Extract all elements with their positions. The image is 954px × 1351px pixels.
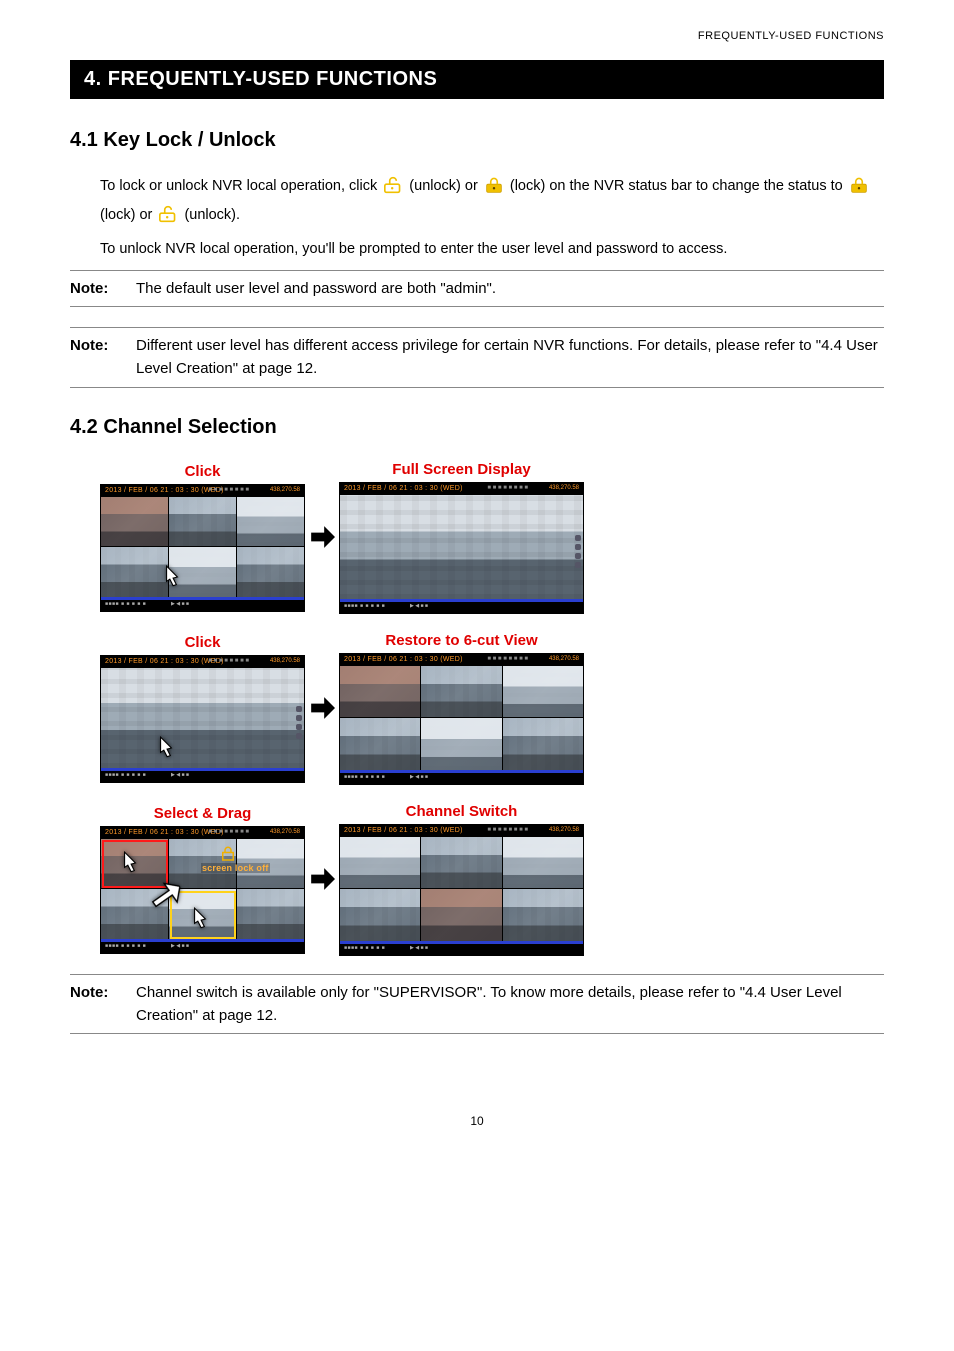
timestamp: 2013 / FEB / 06 21 : 03 : 30 (WED) [344, 827, 463, 834]
note-3: Note: Channel switch is available only f… [70, 974, 884, 1035]
fig-label: Channel Switch [406, 803, 518, 820]
timestamp: 2013 / FEB / 06 21 : 03 : 30 (WED) [105, 487, 224, 494]
rate: 438,270.58 [549, 656, 579, 662]
timestamp: 2013 / FEB / 06 21 : 03 : 30 (WED) [105, 829, 224, 836]
note-text: Different user level has different acces… [136, 334, 884, 381]
heading-4-1: 4.1 Key Lock / Unlock [70, 129, 884, 152]
fig-label: Click [185, 634, 221, 651]
paragraph-lock-instruction: To lock or unlock NVR local operation, c… [100, 174, 884, 231]
figure-right: Channel Switch 2013 / FEB / 06 21 : 03 :… [339, 803, 584, 956]
text: (lock) on the NVR status bar to change t… [510, 178, 847, 194]
cursor-icon [159, 563, 185, 591]
figure-row-2: Click 2013 / FEB / 06 21 : 03 : 30 (WED)… [100, 632, 884, 785]
text: To lock or unlock NVR local operation, c… [100, 178, 381, 194]
fig-label: Full Screen Display [392, 461, 530, 478]
figure-row-1: Click 2013 / FEB / 06 21 : 03 : 30 (WED)… [100, 461, 884, 614]
screenshot-6cut-restored: 2013 / FEB / 06 21 : 03 : 30 (WED)■ ■ ■ … [339, 653, 584, 785]
rate: 438,270.58 [549, 827, 579, 833]
body-4-1: To lock or unlock NVR local operation, c… [100, 174, 884, 262]
note-label: Note: [70, 334, 136, 381]
side-icons [575, 535, 581, 568]
fig-label: Select & Drag [154, 805, 252, 822]
screenshot-fullscreen: 2013 / FEB / 06 21 : 03 : 30 (WED)■ ■ ■ … [339, 482, 584, 614]
rate: 438,270.58 [270, 829, 300, 835]
timestamp: 2013 / FEB / 06 21 : 03 : 30 (WED) [344, 656, 463, 663]
arrow-icon [305, 866, 339, 892]
note-label: Note: [70, 981, 136, 1028]
screenshot-single-click: 2013 / FEB / 06 21 : 03 : 30 (WED)■ ■ ■ … [100, 655, 305, 783]
text: (unlock). [184, 207, 240, 223]
figure-right: Restore to 6-cut View 2013 / FEB / 06 21… [339, 632, 584, 785]
figure-left: Click 2013 / FEB / 06 21 : 03 : 30 (WED)… [100, 463, 305, 612]
figure-left: Click 2013 / FEB / 06 21 : 03 : 30 (WED)… [100, 634, 305, 783]
unlock-icon [383, 176, 403, 203]
paragraph-unlock-prompt: To unlock NVR local operation, you'll be… [100, 237, 884, 262]
note-1: Note: The default user level and passwor… [70, 270, 884, 307]
cursor-icon [153, 734, 179, 762]
screenshot-channel-switched: 2013 / FEB / 06 21 : 03 : 30 (WED)■ ■ ■ … [339, 824, 584, 956]
heading-4-2: 4.2 Channel Selection [70, 416, 884, 439]
overlay-text-screen-lock: screen lock off [201, 863, 270, 873]
lock-icon [849, 176, 869, 203]
figure-right: Full Screen Display 2013 / FEB / 06 21 :… [339, 461, 584, 614]
text: (unlock) or [409, 178, 482, 194]
page-number: 10 [70, 1114, 884, 1128]
cursor-icon [117, 849, 143, 877]
screenshot-select-drag: 2013 / FEB / 06 21 : 03 : 30 (WED)■ ■ ■ … [100, 826, 305, 954]
timestamp: 2013 / FEB / 06 21 : 03 : 30 (WED) [344, 485, 463, 492]
drag-arrow-icon [149, 879, 183, 913]
section-title-bar: 4. FREQUENTLY-USED FUNCTIONS [70, 60, 884, 99]
lock-icon [484, 176, 504, 203]
fig-label: Click [185, 463, 221, 480]
rate: 438,270.58 [270, 487, 300, 493]
figure-channel-selection: Click 2013 / FEB / 06 21 : 03 : 30 (WED)… [100, 461, 884, 956]
text: (lock) or [100, 207, 156, 223]
timestamp: 2013 / FEB / 06 21 : 03 : 30 (WED) [105, 658, 224, 665]
note-text: The default user level and password are … [136, 277, 884, 300]
page: FREQUENTLY-USED FUNCTIONS 4. FREQUENTLY-… [0, 0, 954, 1351]
rate: 438,270.58 [270, 658, 300, 664]
arrow-icon [305, 524, 339, 550]
running-header: FREQUENTLY-USED FUNCTIONS [698, 30, 884, 42]
figure-left: Select & Drag 2013 / FEB / 06 21 : 03 : … [100, 805, 305, 954]
fig-label: Restore to 6-cut View [385, 632, 537, 649]
arrow-icon [305, 695, 339, 721]
note-2: Note: Different user level has different… [70, 327, 884, 388]
unlock-icon [158, 205, 178, 232]
note-text: Channel switch is available only for "SU… [136, 981, 884, 1028]
figure-row-3: Select & Drag 2013 / FEB / 06 21 : 03 : … [100, 803, 884, 956]
screenshot-6cut-click: 2013 / FEB / 06 21 : 03 : 30 (WED)■ ■ ■ … [100, 484, 305, 612]
rate: 438,270.58 [549, 485, 579, 491]
cursor-icon [187, 905, 213, 933]
lock-overlay-icon [219, 845, 237, 861]
side-icons [296, 706, 302, 739]
note-label: Note: [70, 277, 136, 300]
